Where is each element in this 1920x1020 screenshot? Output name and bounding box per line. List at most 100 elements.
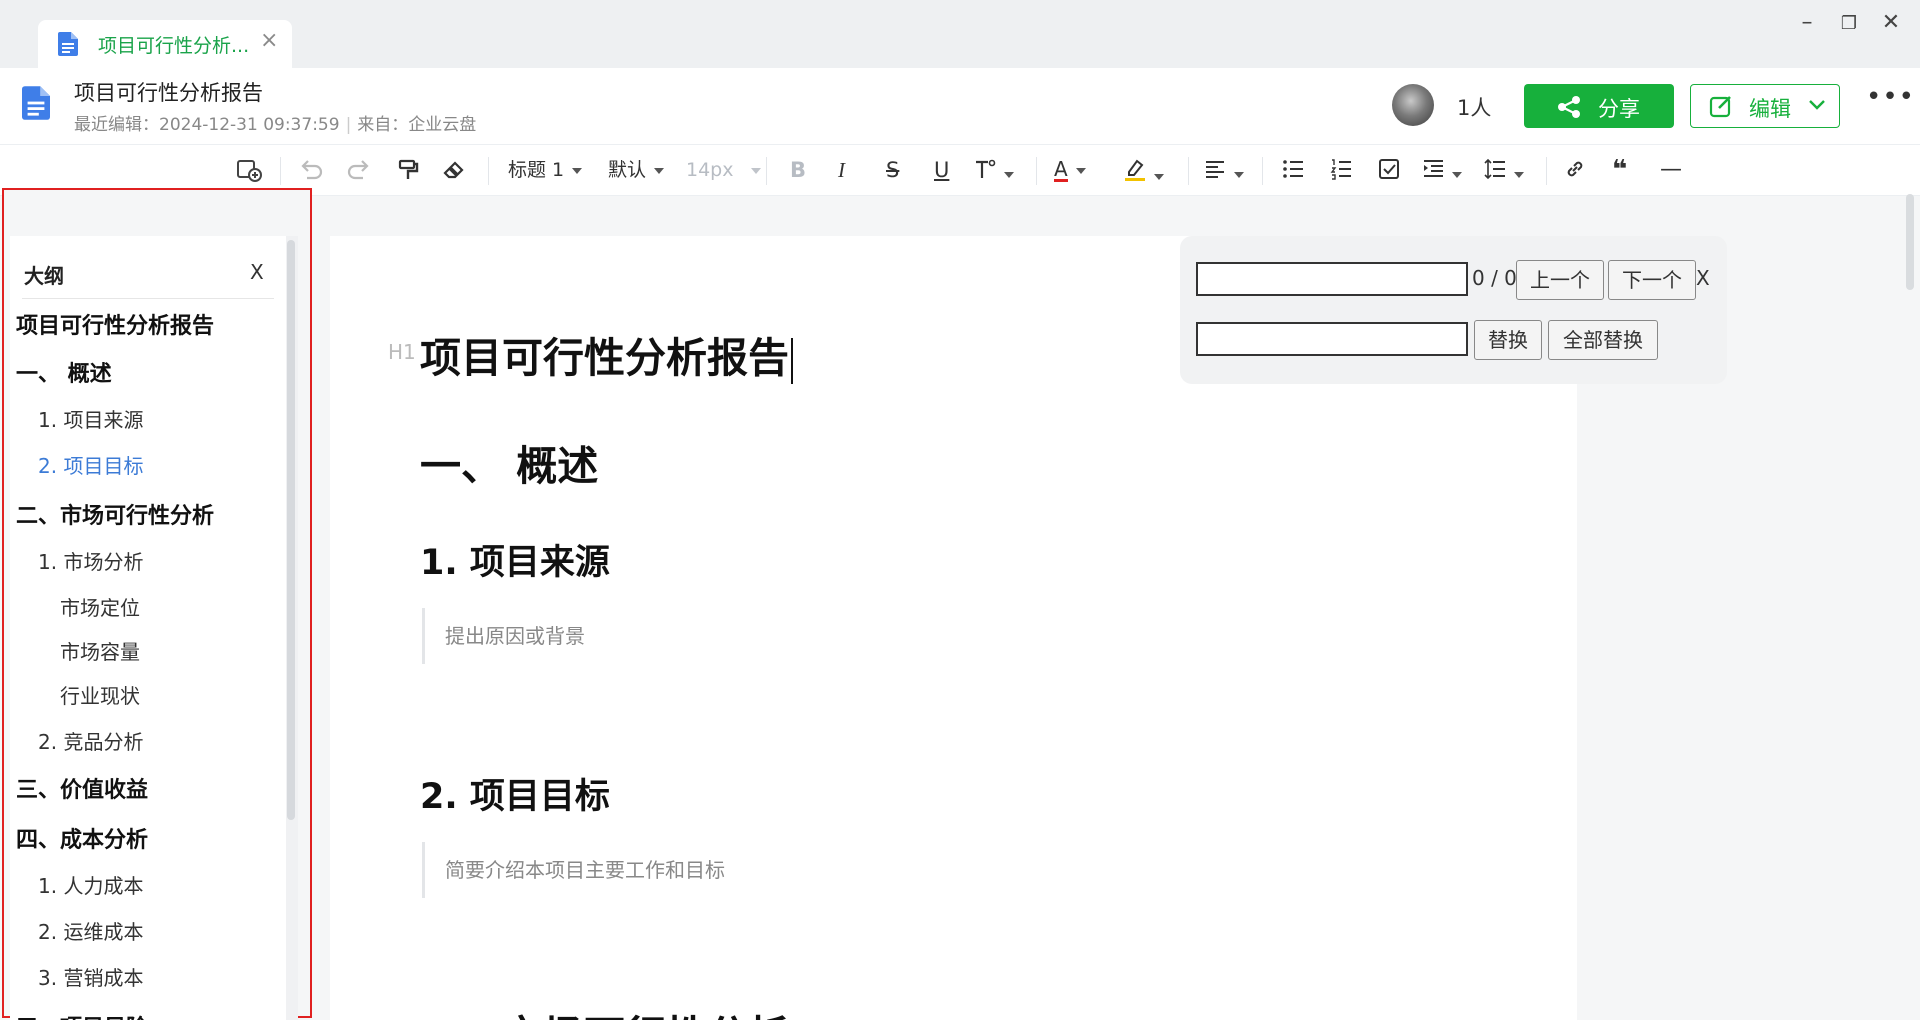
avatar[interactable] <box>1392 84 1434 126</box>
highlight-color-select[interactable] <box>1124 158 1164 182</box>
chevron-down-icon <box>1234 171 1244 178</box>
restore-icon[interactable]: ❐ <box>1834 13 1864 34</box>
next-match-button[interactable]: 下一个 <box>1608 260 1696 300</box>
outline-item[interactable]: 3. 营销成本 <box>38 962 143 991</box>
chevron-down-icon <box>1154 173 1164 180</box>
line-height-select[interactable] <box>1484 158 1524 182</box>
underline-button[interactable]: U <box>934 158 949 182</box>
font-size-select[interactable]: 14px <box>686 158 762 182</box>
font-color-select[interactable]: A <box>1054 158 1086 182</box>
outline-item[interactable]: 1. 市场分析 <box>38 546 143 575</box>
document-icon <box>58 32 78 60</box>
chevron-down-icon <box>1514 171 1524 178</box>
outline-item[interactable]: 2. 竞品分析 <box>38 726 143 755</box>
document-source: 来自：企业云盘 <box>357 115 477 135</box>
outline-item[interactable]: 二、市场可行性分析 <box>16 498 214 530</box>
toolbar-divider <box>1036 157 1037 185</box>
collaborator-count[interactable]: 1人 <box>1457 92 1491 122</box>
outline-item[interactable]: 四、成本分析 <box>16 822 148 854</box>
window-close-icon[interactable]: ✕ <box>1876 10 1906 35</box>
minimize-icon[interactable]: – <box>1792 10 1822 35</box>
outline-item[interactable]: 1. 人力成本 <box>38 870 143 899</box>
text-cursor <box>791 338 793 384</box>
horizontal-rule-icon[interactable]: — <box>1660 158 1682 182</box>
share-button[interactable]: 分享 <box>1524 84 1674 128</box>
chevron-down-icon[interactable] <box>1809 99 1825 111</box>
replace-all-button[interactable]: 全部替换 <box>1548 320 1658 360</box>
line-height-icon <box>1484 158 1505 180</box>
placeholder-block-2[interactable]: 简要介绍本项目主要工作和目标 <box>422 842 1325 898</box>
section-heading-1[interactable]: 一、 概述 <box>420 432 598 492</box>
outline-divider <box>22 298 274 299</box>
outline-item[interactable]: 项目可行性分析报告 <box>16 308 214 340</box>
subsection-heading-1[interactable]: 1. 项目来源 <box>420 534 610 585</box>
chevron-down-icon <box>1075 167 1086 174</box>
outline-item[interactable]: 市场容量 <box>60 636 140 665</box>
superscript-select[interactable] <box>974 158 1014 182</box>
close-find-button[interactable]: X <box>1696 266 1710 290</box>
outline-item[interactable]: 2. 运维成本 <box>38 916 143 945</box>
document-title[interactable]: 项目可行性分析报告 <box>74 77 263 107</box>
find-input[interactable] <box>1196 262 1468 296</box>
placeholder-block-1[interactable]: 提出原因或背景 <box>422 608 1325 664</box>
checklist-icon[interactable] <box>1378 158 1400 182</box>
more-icon[interactable]: ••• <box>1866 82 1915 112</box>
replace-button[interactable]: 替换 <box>1474 320 1542 360</box>
italic-button[interactable]: I <box>838 158 845 182</box>
link-icon[interactable] <box>1564 158 1586 182</box>
outline-title: 大纲 <box>24 264 64 288</box>
indent-select[interactable] <box>1422 158 1462 182</box>
redo-icon[interactable] <box>346 158 372 182</box>
outline-item[interactable]: 五、项目风险 <box>16 1010 148 1020</box>
align-select[interactable] <box>1204 158 1244 182</box>
document-icon <box>22 86 50 124</box>
outline-close-button[interactable]: X <box>250 260 264 284</box>
document-heading-text: 项目可行性分析报告 <box>420 334 789 382</box>
outline-panel: 大纲 X 项目可行性分析报告 一、 概述 1. 项目来源 2. 项目目标二、市场可行性… <box>10 236 286 1020</box>
bold-button[interactable]: B <box>790 158 806 182</box>
chevron-down-icon <box>654 167 665 174</box>
outline-item[interactable]: 2. 项目目标 <box>38 450 143 479</box>
toolbar-divider <box>1188 157 1189 185</box>
share-label: 分享 <box>1598 97 1640 121</box>
replace-input[interactable] <box>1196 322 1468 356</box>
heading-level-marker: H1 <box>388 340 416 364</box>
font-color-icon: A <box>1054 157 1068 182</box>
tab-close-icon[interactable]: × <box>260 28 278 53</box>
document-heading-title[interactable]: 项目可行性分析报告 <box>420 324 793 384</box>
toolbar-divider <box>280 157 281 185</box>
document-tab[interactable]: 项目可行性分析... × <box>38 20 292 68</box>
insert-comment-icon[interactable] <box>236 158 262 182</box>
previous-match-button[interactable]: 上一个 <box>1516 260 1604 300</box>
outline-scrollbar-thumb[interactable] <box>287 240 295 820</box>
toolbar-divider <box>1262 157 1263 185</box>
page-scrollbar-thumb[interactable] <box>1906 194 1914 290</box>
heading-style-select[interactable]: 标题 1 <box>508 158 583 182</box>
toolbar-divider <box>488 157 489 185</box>
outline-item[interactable]: 1. 项目来源 <box>38 404 143 433</box>
subsection-heading-2[interactable]: 2. 项目目标 <box>420 768 610 819</box>
outline-item[interactable]: 一、 概述 <box>16 356 112 388</box>
strikethrough-button[interactable]: S <box>886 158 899 182</box>
heading-style-value: 标题 1 <box>508 159 565 181</box>
find-replace-panel: 0 / 0 上一个 下一个 X 替换 全部替换 <box>1180 236 1727 384</box>
outline-item[interactable]: 行业现状 <box>60 680 140 709</box>
edit-button[interactable]: 编辑 <box>1690 84 1840 128</box>
quote-icon[interactable]: ❝ <box>1612 157 1627 183</box>
bullet-list-icon[interactable] <box>1282 158 1304 182</box>
align-left-icon <box>1206 161 1224 178</box>
chevron-down-icon <box>1004 171 1014 178</box>
format-painter-icon[interactable] <box>396 158 420 182</box>
share-icon <box>1558 96 1580 118</box>
document-header: 项目可行性分析报告 最近编辑：2024-12-31 09:37:59 | 来自：企业… <box>0 68 1920 144</box>
section-heading-2[interactable]: 二、市场可行性分析 <box>420 1002 789 1020</box>
indent-icon <box>1424 160 1443 177</box>
placeholder-text: 简要介绍本项目主要工作和目标 <box>445 858 725 882</box>
outline-item[interactable]: 市场定位 <box>60 592 140 621</box>
font-family-value: 默认 <box>608 159 647 181</box>
undo-icon[interactable] <box>298 158 324 182</box>
numbered-list-icon[interactable] <box>1330 158 1352 182</box>
outline-item[interactable]: 三、价值收益 <box>16 772 148 804</box>
font-family-select[interactable]: 默认 <box>608 158 665 182</box>
clear-format-icon[interactable] <box>442 158 466 182</box>
